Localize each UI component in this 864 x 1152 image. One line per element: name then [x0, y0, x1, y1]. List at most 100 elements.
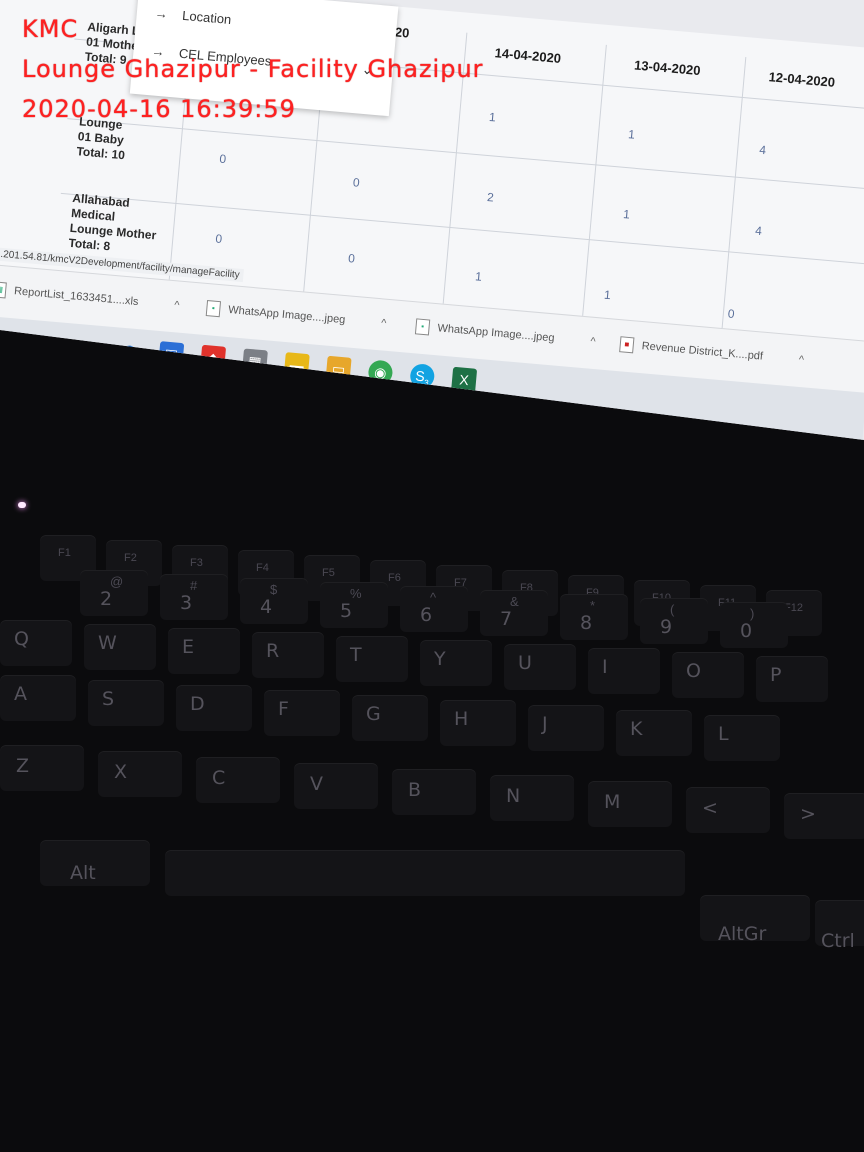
letter-key[interactable]	[0, 620, 72, 666]
key-label: Y	[434, 648, 446, 670]
store-icon[interactable]: ▣	[158, 341, 185, 368]
key-label: N	[506, 785, 521, 807]
calculator-icon[interactable]: ▦	[241, 348, 268, 375]
letter-key[interactable]	[98, 751, 182, 797]
key-shift-symbol: )	[750, 606, 755, 621]
download-filename: ReportList_1633451....xls	[13, 285, 139, 309]
anydesk-icon[interactable]: ◆	[200, 344, 227, 371]
key-label: 6	[420, 604, 433, 626]
letter-key[interactable]	[504, 644, 576, 690]
letter-key[interactable]	[88, 680, 164, 726]
key-label: F1	[58, 547, 71, 559]
chevron-up-icon[interactable]: ^	[590, 336, 596, 348]
key-label: Alt	[70, 862, 96, 884]
key-label: <	[702, 797, 718, 819]
table-divider	[580, 44, 607, 334]
download-item[interactable]: ▪ WhatsApp Image....jpeg ^	[414, 318, 596, 350]
letter-key[interactable]	[686, 787, 770, 833]
key-label: A	[14, 683, 27, 705]
search-circle-icon[interactable]: ○	[35, 330, 61, 356]
letter-key[interactable]	[440, 700, 516, 746]
key-label: F6	[388, 572, 401, 584]
skype-badge: 3	[423, 378, 429, 388]
date-column-header[interactable]: 13-04-2020	[634, 57, 702, 78]
letter-key[interactable]	[490, 775, 574, 821]
download-item[interactable]: ■ Revenue District_K....pdf ^	[619, 336, 805, 368]
file-explorer-icon[interactable]: ▭	[325, 355, 352, 382]
letter-key[interactable]	[588, 781, 672, 827]
key-label: G	[366, 703, 381, 725]
table-divider	[67, 118, 864, 191]
pdf-file-icon: ■	[619, 336, 635, 354]
power-indicator-light	[18, 502, 26, 508]
key-label: Q	[14, 628, 29, 650]
letter-key[interactable]	[0, 675, 76, 721]
excel-icon[interactable]: X	[451, 366, 478, 393]
letter-key[interactable]	[252, 632, 324, 678]
letter-key[interactable]	[704, 715, 780, 761]
windows-start-icon[interactable]: ⊞	[0, 327, 18, 353]
download-item[interactable]: ▦ ReportList_1633451....xls ^	[0, 281, 180, 313]
letter-key[interactable]	[528, 705, 604, 751]
key-label: 0	[740, 620, 753, 642]
key-label: L	[718, 723, 729, 745]
key-label: H	[454, 708, 469, 730]
letter-key[interactable]	[196, 757, 280, 803]
menu-item-location[interactable]: → Location	[154, 5, 232, 27]
key-label: 7	[500, 608, 513, 630]
letter-key[interactable]	[168, 628, 240, 674]
table-divider	[720, 57, 747, 347]
key-label: 2	[100, 588, 113, 610]
letter-key[interactable]	[84, 624, 156, 670]
table-cell: 1	[627, 127, 636, 142]
chrome-icon[interactable]: ◉	[367, 359, 394, 386]
letter-key[interactable]	[336, 636, 408, 682]
chevron-up-icon[interactable]: ^	[381, 317, 387, 329]
letter-key[interactable]	[264, 690, 340, 736]
key-label: R	[266, 640, 280, 662]
key-label: Z	[16, 755, 30, 777]
spacebar-key[interactable]	[165, 850, 685, 896]
key-shift-symbol: (	[670, 602, 675, 617]
chevron-up-icon[interactable]: ^	[798, 354, 804, 366]
key-label: V	[310, 773, 323, 795]
sticky-notes-icon[interactable]: ▬	[283, 352, 310, 379]
date-column-header[interactable]: 12-04-2020	[768, 69, 836, 90]
letter-key[interactable]	[756, 656, 828, 702]
key-label: Ctrl	[821, 930, 855, 952]
download-item[interactable]: ▪ WhatsApp Image....jpeg ^	[205, 300, 387, 332]
menu-item-label: Location	[181, 7, 232, 28]
facility-row-label: Allahabad Medical Lounge Mother Total: 8	[67, 190, 157, 254]
key-shift-symbol: &	[510, 594, 519, 609]
key-shift-symbol: #	[190, 578, 198, 593]
image-file-icon: ▪	[205, 300, 222, 318]
letter-key[interactable]	[420, 640, 492, 686]
table-cell: 4	[758, 142, 767, 158]
key-shift-symbol: %	[350, 586, 362, 601]
table-divider	[60, 192, 864, 266]
stamp-timestamp: 2020-04-16 16:39:59	[22, 95, 296, 123]
chevron-up-icon[interactable]: ^	[174, 299, 180, 311]
date-column-header[interactable]: 14-04-2020	[494, 45, 562, 66]
letter-key[interactable]	[616, 710, 692, 756]
task-view-icon[interactable]: ⧉	[75, 334, 101, 360]
letter-key[interactable]	[672, 652, 744, 698]
table-cell: 0	[214, 231, 223, 247]
letter-key[interactable]	[0, 745, 84, 791]
key-shift-symbol: $	[270, 582, 278, 597]
letter-key[interactable]	[294, 763, 378, 809]
letter-key[interactable]	[784, 793, 864, 839]
key-label: M	[604, 791, 621, 813]
key-label: AltGr	[718, 923, 767, 945]
image-file-icon: ▪	[414, 318, 431, 336]
key-shift-symbol: *	[590, 598, 596, 613]
key-label: O	[686, 660, 701, 682]
key-label: D	[190, 693, 205, 715]
skype-icon[interactable]: S3	[409, 363, 436, 390]
letter-key[interactable]	[352, 695, 428, 741]
letter-key[interactable]	[392, 769, 476, 815]
edge-icon[interactable]: e	[116, 337, 142, 363]
letter-key[interactable]	[176, 685, 252, 731]
letter-key[interactable]	[588, 648, 660, 694]
key-label: B	[408, 779, 422, 801]
